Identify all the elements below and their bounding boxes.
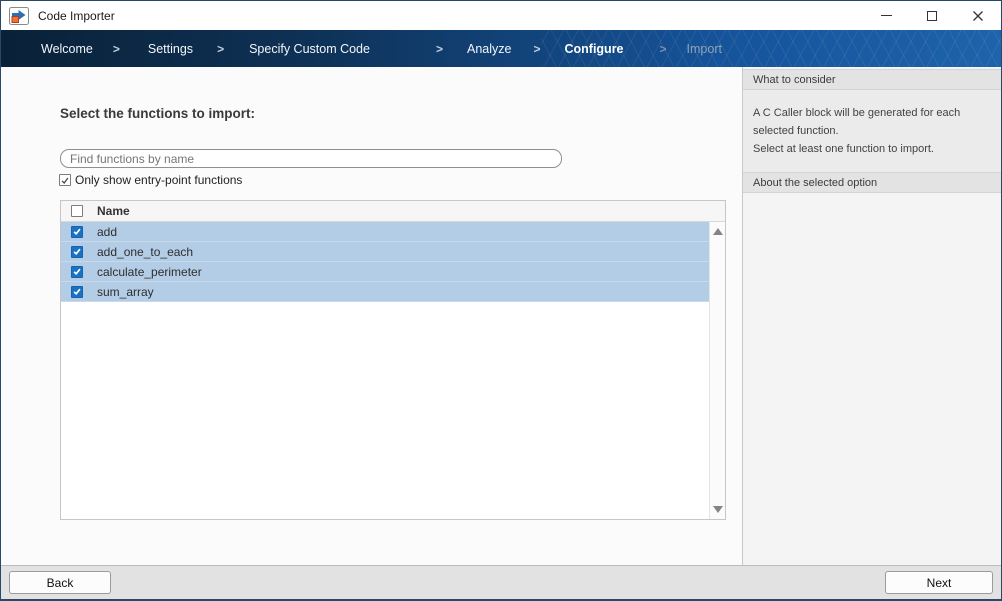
help-text-line: A C Caller block will be generated for e… [753,104,989,140]
maximize-button[interactable] [909,1,955,30]
scroll-down-icon[interactable] [713,506,723,513]
nav-step-settings[interactable]: Settings [148,42,193,56]
sidebar-section-about-selected-option: About the selected option [743,172,1001,193]
function-name: add [97,225,117,239]
nav-step-configure[interactable]: Configure [564,42,623,56]
code-importer-window: Code Importer Welcome > Settings > Speci… [0,0,1002,601]
function-name: calculate_perimeter [97,265,202,279]
minimize-button[interactable] [863,1,909,30]
nav-step-welcome[interactable]: Welcome [41,42,93,56]
chevron-separator-icon: > [113,42,120,56]
entry-point-filter-checkbox[interactable]: Only show entry-point functions [59,173,242,187]
app-icon [9,7,29,25]
search-input[interactable] [60,149,562,168]
row-checkbox[interactable] [71,246,83,258]
checkbox-icon[interactable] [59,174,71,186]
column-header-name[interactable]: Name [97,204,130,218]
table-row[interactable]: calculate_perimeter [61,262,709,282]
next-button[interactable]: Next [885,571,993,594]
section-header: About the selected option [753,177,877,189]
main-content: Select the functions to import: Only sho… [1,67,742,566]
scroll-up-icon[interactable] [713,228,723,235]
close-icon [972,10,984,22]
table-header-row: Name [61,201,725,222]
nav-step-analyze[interactable]: Analyze [467,42,511,56]
functions-table: Name add add_one_to_each [60,200,726,520]
chevron-separator-icon: > [660,42,667,56]
title-bar: Code Importer [1,1,1001,30]
select-all-checkbox[interactable] [71,205,83,217]
close-button[interactable] [955,1,1001,30]
page-title: Select the functions to import: [60,106,255,121]
table-scrollbar[interactable] [709,222,725,519]
function-name: sum_array [97,285,154,299]
chevron-separator-icon: > [217,42,224,56]
window-title: Code Importer [38,9,115,23]
wizard-nav-bar: Welcome > Settings > Specify Custom Code… [1,30,1001,67]
table-row[interactable]: add [61,222,709,242]
window-controls [863,1,1001,30]
about-selected-option-body [743,193,1001,566]
chevron-separator-icon: > [436,42,443,56]
sidebar-section-what-to-consider: What to consider [743,69,1001,90]
row-checkbox[interactable] [71,226,83,238]
table-row[interactable]: sum_array [61,282,709,302]
chevron-separator-icon: > [533,42,540,56]
nav-step-specify-custom-code[interactable]: Specify Custom Code [249,42,370,56]
what-to-consider-body: A C Caller block will be generated for e… [743,90,1001,172]
minimize-icon [881,15,892,16]
function-name: add_one_to_each [97,245,193,259]
nav-step-import: Import [687,42,722,56]
back-button[interactable]: Back [9,571,111,594]
help-sidebar: What to consider A C Caller block will b… [742,67,1001,566]
row-checkbox[interactable] [71,266,83,278]
table-body: add add_one_to_each calculate_perimeter [61,222,725,519]
filter-checkbox-label: Only show entry-point functions [75,173,242,187]
footer-bar: Back Next [1,565,1001,599]
table-rows: add add_one_to_each calculate_perimeter [61,222,709,519]
maximize-icon [927,11,937,21]
row-checkbox[interactable] [71,286,83,298]
table-row[interactable]: add_one_to_each [61,242,709,262]
help-text-line: Select at least one function to import. [753,140,989,158]
section-header: What to consider [753,74,836,86]
